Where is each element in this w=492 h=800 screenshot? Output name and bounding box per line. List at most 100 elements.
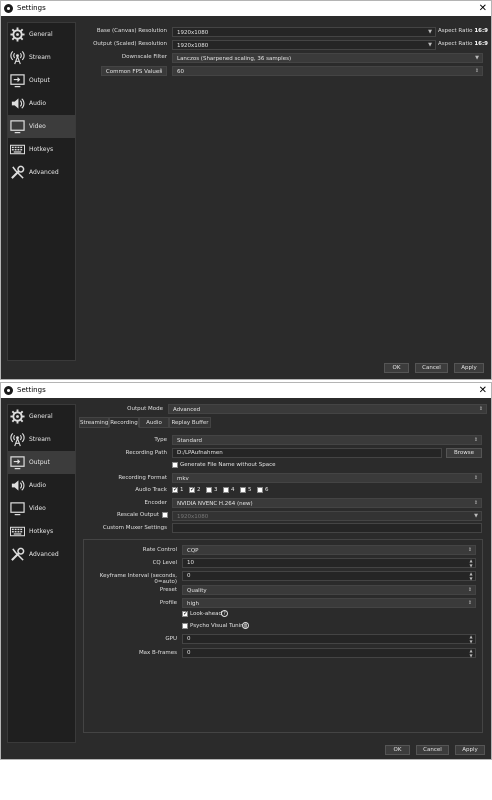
profile-combo[interactable]: high ⇕: [182, 598, 476, 608]
output-mode-value: Advanced: [173, 407, 201, 413]
audio-track-5-checkbox[interactable]: [240, 487, 246, 493]
max-bframes-value: 0: [187, 650, 191, 656]
spin-arrows-icon[interactable]: ▲ ▼: [468, 648, 474, 658]
output-mode-combo[interactable]: Advanced ⇕: [168, 404, 487, 414]
help-icon[interactable]: ?: [242, 622, 249, 629]
cancel-button[interactable]: Cancel: [416, 745, 449, 755]
keyframe-interval-label: Keyframe Interval (seconds, 0=auto): [99, 573, 177, 585]
output-icon: [10, 456, 25, 470]
fps-type-combo[interactable]: Common FPS Values ⇕: [101, 66, 167, 76]
speaker-icon: [11, 480, 25, 491]
custom-muxer-label: Custom Muxer Settings: [102, 525, 167, 531]
recording-format-combo[interactable]: mkv ⇕: [172, 473, 482, 483]
type-combo[interactable]: Standard ⇕: [172, 435, 482, 445]
sidebar-item-label: Video: [29, 123, 46, 130]
audio-track-4-checkbox[interactable]: [223, 487, 229, 493]
encoder-combo[interactable]: NVIDIA NVENC H.264 (new) ⇕: [172, 498, 482, 508]
sidebar-item-label: Stream: [29, 54, 51, 61]
window-title: Settings: [17, 386, 46, 394]
output-resolution-label: Output (Scaled) Resolution: [93, 41, 167, 47]
sidebar-item-output[interactable]: Output: [8, 69, 75, 92]
rescale-output-combo[interactable]: 1920x1080 ▼: [172, 511, 482, 521]
ok-button[interactable]: OK: [384, 363, 409, 373]
ok-button[interactable]: OK: [385, 745, 410, 755]
preset-combo[interactable]: Quality ⇕: [182, 585, 476, 595]
gpu-spinbox[interactable]: 0 ▲ ▼: [182, 634, 476, 644]
sidebar-item-label: General: [29, 413, 53, 420]
audio-track-4-label: 4: [231, 487, 235, 493]
obs-app-icon: [4, 386, 13, 395]
gear-icon: [10, 409, 25, 424]
fps-value-combo[interactable]: 60 ⇕: [172, 66, 483, 76]
sidebar-item-audio[interactable]: Audio: [8, 474, 75, 497]
sidebar-item-advanced[interactable]: Advanced: [8, 161, 75, 184]
psycho-visual-checkbox[interactable]: [182, 623, 188, 629]
base-resolution-combo[interactable]: 1920x1080 ▼: [172, 27, 436, 37]
custom-muxer-input[interactable]: [172, 523, 482, 533]
tab-recording[interactable]: Recording: [109, 417, 139, 428]
close-icon[interactable]: ✕: [479, 383, 487, 398]
settings-window-output: Settings ✕ General Stream Output Audio V…: [0, 382, 492, 760]
sidebar-item-general[interactable]: General: [8, 23, 75, 46]
spin-arrows-icon[interactable]: ▲ ▼: [468, 558, 474, 568]
cq-level-label: CQ Level: [152, 560, 177, 566]
tab-streaming[interactable]: Streaming: [79, 417, 109, 428]
audio-track-2-checkbox[interactable]: [189, 486, 195, 493]
speaker-icon: [11, 98, 25, 109]
recording-path-input[interactable]: D:/LPAufnahmen: [172, 448, 442, 458]
audio-track-3-label: 3: [214, 487, 218, 493]
sidebar-item-label: Output: [29, 459, 50, 466]
generate-filename-label: Generate File Name without Space: [180, 462, 276, 468]
output-resolution-combo[interactable]: 1920x1080 ▼: [172, 40, 436, 50]
audio-track-1-checkbox[interactable]: [172, 486, 178, 493]
apply-button[interactable]: Apply: [455, 745, 485, 755]
keyboard-icon: [10, 144, 25, 155]
spin-arrows-icon[interactable]: ▲ ▼: [468, 634, 474, 644]
rate-control-value: CQP: [187, 548, 199, 554]
aspect-ratio-value: 16:9: [474, 28, 488, 34]
sidebar-item-output[interactable]: Output: [8, 451, 75, 474]
sidebar-item-video[interactable]: Video: [8, 115, 75, 138]
monitor-icon: [10, 120, 25, 134]
sidebar-item-stream[interactable]: Stream: [8, 428, 75, 451]
downscale-filter-combo[interactable]: Lanczos (Sharpened scaling, 36 samples) …: [172, 53, 483, 63]
rescale-output-checkbox[interactable]: [162, 512, 168, 518]
chevron-updown-icon: ⇕: [473, 500, 479, 506]
apply-button[interactable]: Apply: [454, 363, 484, 373]
sidebar-item-audio[interactable]: Audio: [8, 92, 75, 115]
sidebar-item-video[interactable]: Video: [8, 497, 75, 520]
preset-value: Quality: [187, 588, 207, 594]
rate-control-combo[interactable]: CQP ⇕: [182, 545, 476, 555]
spin-arrows-icon[interactable]: ▲ ▼: [468, 571, 474, 581]
keyframe-interval-spinbox[interactable]: 0 ▲ ▼: [182, 571, 476, 581]
tab-audio[interactable]: Audio: [139, 417, 169, 428]
tab-replay-buffer[interactable]: Replay Buffer: [169, 417, 211, 428]
tools-icon: [11, 165, 25, 179]
lookahead-checkbox[interactable]: [182, 610, 188, 617]
recording-path-label: Recording Path: [125, 450, 167, 456]
rate-control-label: Rate Control: [142, 547, 177, 553]
fps-type-label: Common FPS Values: [105, 69, 163, 75]
browse-button[interactable]: Browse: [446, 448, 482, 458]
audio-track-6-checkbox[interactable]: [257, 487, 263, 493]
audio-track-3-checkbox[interactable]: [206, 487, 212, 493]
window-title: Settings: [17, 4, 46, 12]
generate-filename-checkbox[interactable]: [172, 462, 178, 468]
sidebar-item-hotkeys[interactable]: Hotkeys: [8, 520, 75, 543]
cq-level-spinbox[interactable]: 10 ▲ ▼: [182, 558, 476, 568]
sidebar-item-advanced[interactable]: Advanced: [8, 543, 75, 566]
close-icon[interactable]: ✕: [479, 1, 487, 16]
sidebar-item-label: Advanced: [29, 551, 59, 558]
downscale-filter-value: Lanczos (Sharpened scaling, 36 samples): [177, 56, 292, 62]
sidebar-item-hotkeys[interactable]: Hotkeys: [8, 138, 75, 161]
help-icon[interactable]: ?: [221, 610, 228, 617]
sidebar-item-general[interactable]: General: [8, 405, 75, 428]
sidebar-item-stream[interactable]: Stream: [8, 46, 75, 69]
settings-sidebar: General Stream Output Audio Video Hotkey…: [7, 404, 76, 743]
monitor-icon: [10, 502, 25, 516]
cancel-button[interactable]: Cancel: [415, 363, 448, 373]
max-bframes-spinbox[interactable]: 0 ▲ ▼: [182, 648, 476, 658]
base-resolution-value: 1920x1080: [177, 30, 209, 36]
rescale-output-value: 1920x1080: [177, 514, 209, 520]
output-aspect-ratio: Aspect Ratio 16:9: [438, 41, 488, 47]
